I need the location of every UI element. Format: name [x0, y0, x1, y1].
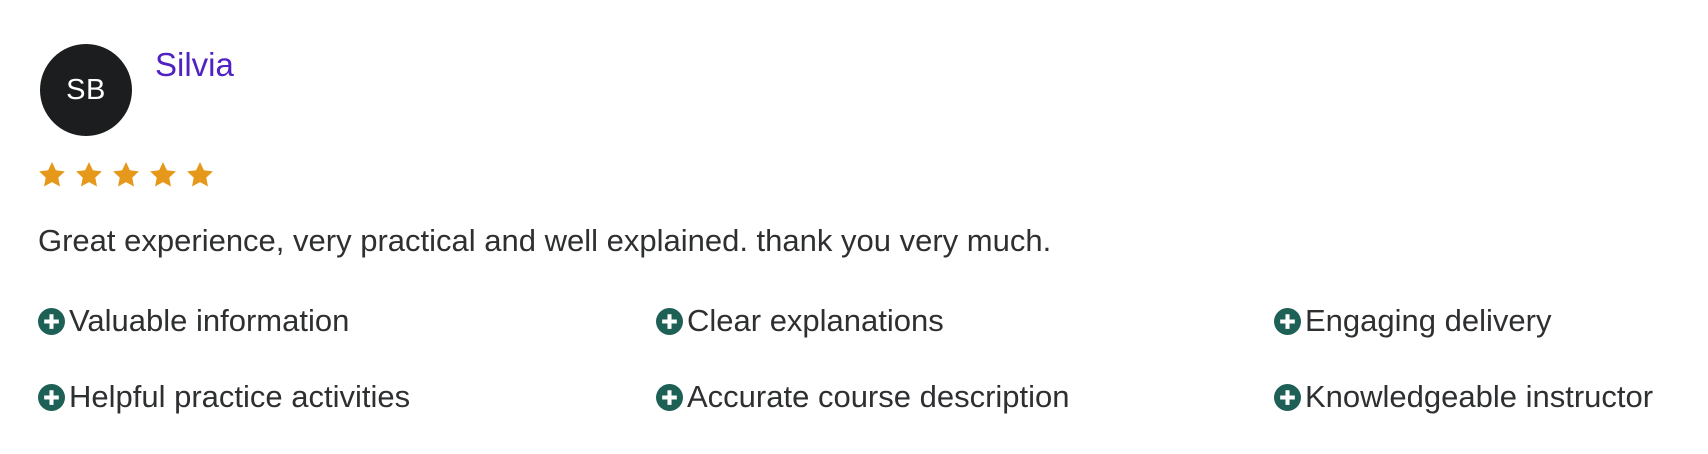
plus-circle-icon: [1274, 383, 1301, 411]
plus-circle-icon: [656, 383, 683, 411]
tag-label: Accurate course description: [687, 379, 1070, 414]
tag-helpful-practice-activities[interactable]: Helpful practice activities: [38, 379, 656, 415]
plus-circle-icon: [38, 307, 65, 335]
tag-label: Clear explanations: [687, 303, 944, 338]
review-card: SB Silvia Great experience, very practic…: [0, 0, 1708, 454]
avatar: SB: [40, 44, 132, 136]
tag-label: Helpful practice activities: [69, 379, 411, 414]
star-rating: [37, 160, 215, 190]
tag-valuable-information[interactable]: Valuable information: [38, 303, 656, 339]
star-icon: [37, 160, 67, 190]
star-icon: [148, 160, 178, 190]
plus-circle-icon: [1274, 307, 1301, 335]
avatar-initials: SB: [66, 73, 106, 106]
review-comment: Great experience, very practical and wel…: [38, 223, 1052, 258]
tag-knowledgeable-instructor[interactable]: Knowledgeable instructor: [1274, 379, 1688, 415]
reviewer-name[interactable]: Silvia: [155, 46, 234, 84]
star-icon: [111, 160, 141, 190]
tag-label: Knowledgeable instructor: [1305, 379, 1654, 414]
plus-circle-icon: [38, 383, 65, 411]
tag-label: Engaging delivery: [1305, 303, 1552, 338]
star-icon: [74, 160, 104, 190]
tag-label: Valuable information: [69, 303, 350, 338]
feedback-tags: Valuable information Clear explanations …: [38, 303, 1688, 415]
tag-engaging-delivery[interactable]: Engaging delivery: [1274, 303, 1688, 339]
tag-clear-explanations[interactable]: Clear explanations: [656, 303, 1274, 339]
tag-accurate-course-description[interactable]: Accurate course description: [656, 379, 1274, 415]
plus-circle-icon: [656, 307, 683, 335]
star-icon: [185, 160, 215, 190]
